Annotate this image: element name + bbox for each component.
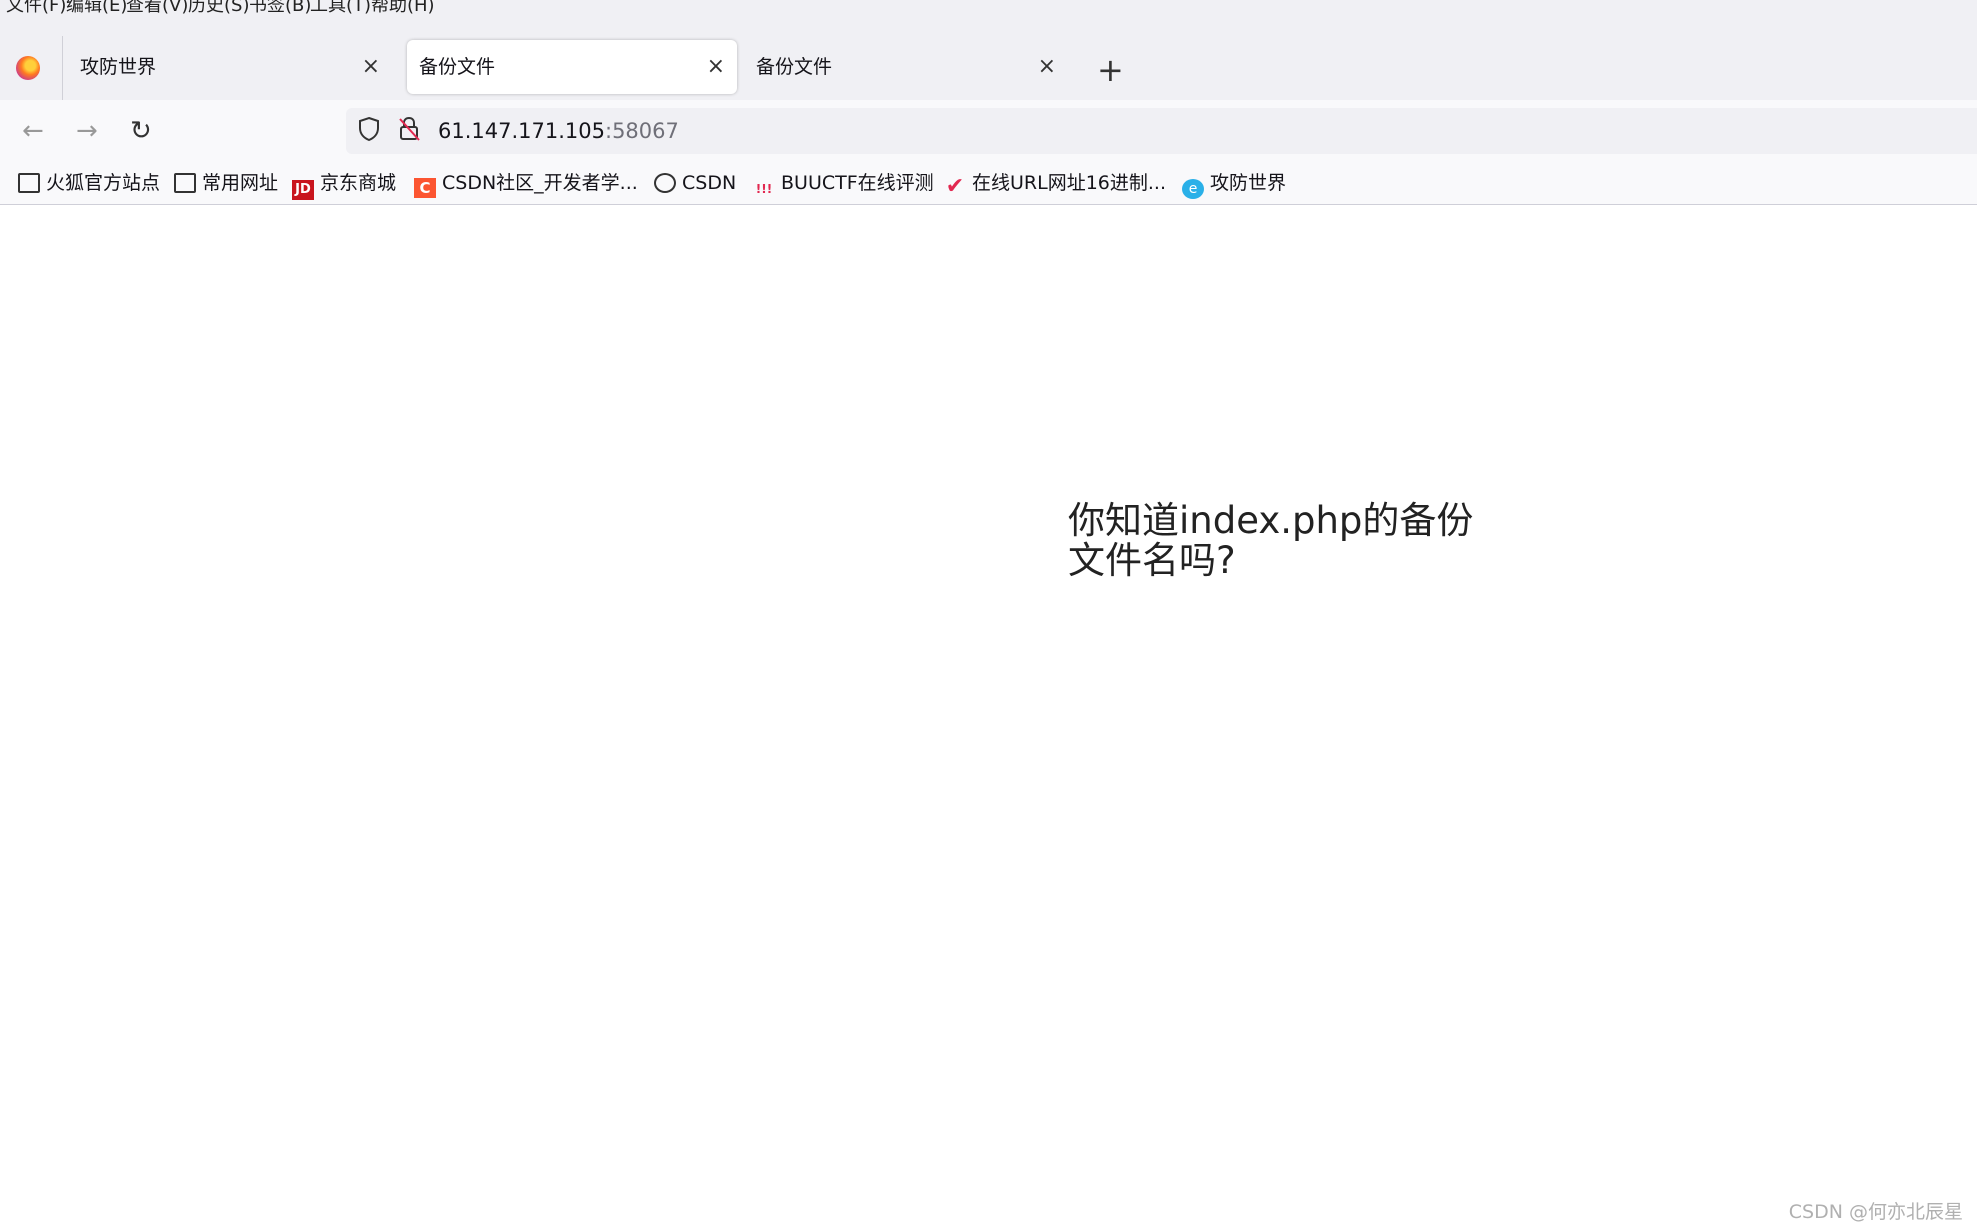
back-button[interactable]: ←: [22, 114, 44, 148]
tab-label: 备份文件: [419, 56, 496, 78]
bookmark-buuctf[interactable]: !!! BUUCTF在线评测: [753, 170, 934, 196]
page-question-text: 你知道index.php的备份文件名吗?: [1068, 499, 1474, 582]
menu-bar: 文件(F) 编辑(E) 查看(V) 历史(S) 书签(B) 工具(T) 帮助(H…: [0, 0, 1977, 20]
shield-icon[interactable]: [358, 116, 380, 149]
bookmark-label: BUUCTF在线评测: [781, 172, 934, 194]
menu-file[interactable]: 文件(F): [6, 0, 66, 15]
bookmarks-toolbar: 火狐官方站点 常用网址 JD 京东商城 C CSDN社区_开发者学... CSDN …: [0, 162, 1977, 205]
tab-label: 备份文件: [756, 56, 833, 78]
bookmark-csdn[interactable]: CSDN: [654, 170, 736, 196]
checkmark-icon: ✔: [945, 174, 965, 199]
bookmark-label: 火狐官方站点: [46, 172, 161, 194]
bookmark-jd[interactable]: JD 京东商城: [292, 170, 397, 200]
url-host: 61.147.171.105: [438, 119, 605, 143]
bookmark-firefox-site[interactable]: 火狐官方站点: [18, 170, 160, 196]
bookmark-common-sites[interactable]: 常用网址: [174, 170, 278, 196]
url-text[interactable]: 61.147.171.105:58067: [438, 116, 679, 146]
csdn-watermark: CSDN @何亦北辰星: [1788, 1201, 1963, 1223]
bookmark-csdn-community[interactable]: C CSDN社区_开发者学...: [414, 170, 638, 198]
globe-icon: [654, 173, 676, 193]
adworld-icon: e: [1182, 179, 1204, 199]
menu-edit[interactable]: 编辑(E): [66, 0, 127, 15]
tab-adworld[interactable]: 攻防世界 ×: [68, 40, 392, 94]
new-tab-button[interactable]: +: [1097, 50, 1124, 90]
folder-icon: [174, 173, 196, 193]
tab-backup-file[interactable]: 备份文件 ×: [744, 40, 1068, 94]
buuctf-icon: !!!: [755, 182, 773, 196]
url-port: :58067: [605, 119, 679, 143]
url-bar[interactable]: 61.147.171.105:58067: [346, 108, 1977, 154]
nav-bar: ← → ↻ 61.147.171.105:58067: [0, 100, 1977, 162]
tab-label: 攻防世界: [80, 56, 157, 78]
page-content: 你知道index.php的备份文件名吗?: [0, 205, 1977, 1232]
menu-bookmarks[interactable]: 书签(B): [249, 0, 311, 15]
bookmark-adworld[interactable]: e 攻防世界: [1182, 170, 1287, 199]
close-icon[interactable]: ×: [1038, 40, 1056, 94]
forward-button[interactable]: →: [76, 114, 98, 148]
close-icon[interactable]: ×: [707, 40, 725, 94]
bookmark-label: 常用网址: [202, 172, 279, 194]
tab-separator: [62, 36, 63, 100]
menu-help[interactable]: 帮助(H): [371, 0, 435, 15]
menu-history[interactable]: 历史(S): [188, 0, 249, 15]
bookmark-label: 在线URL网址16进制...: [972, 172, 1166, 194]
bookmark-label: 京东商城: [320, 172, 397, 194]
menu-tools[interactable]: 工具(T): [310, 0, 371, 15]
bookmark-label: CSDN社区_开发者学...: [442, 172, 638, 194]
jd-icon: JD: [292, 180, 314, 200]
reload-button[interactable]: ↻: [130, 114, 152, 148]
menu-view[interactable]: 查看(V): [126, 0, 188, 15]
folder-icon: [18, 173, 40, 193]
bookmark-label: CSDN: [682, 172, 737, 194]
close-icon[interactable]: ×: [362, 40, 380, 94]
csdn-icon: C: [414, 178, 436, 198]
tab-strip: 攻防世界 × 备份文件 × 备份文件 × +: [0, 20, 1977, 100]
bookmark-label: 攻防世界: [1210, 172, 1287, 194]
tab-backup-file-active[interactable]: 备份文件 ×: [407, 40, 737, 94]
firefox-logo-icon[interactable]: [16, 56, 40, 80]
bookmark-url-hex[interactable]: ✔ 在线URL网址16进制...: [944, 170, 1166, 199]
insecure-lock-icon[interactable]: [398, 116, 420, 151]
